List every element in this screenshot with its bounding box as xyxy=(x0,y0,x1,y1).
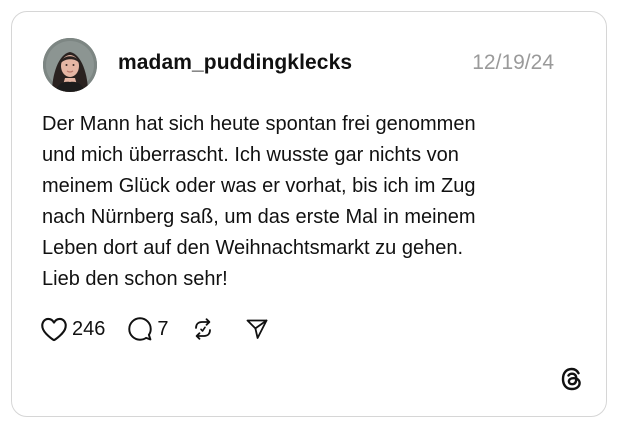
post-text-line: meinem Glück oder was er vorhat, bis ich… xyxy=(42,175,476,197)
action-bar: 246 7 xyxy=(40,315,269,343)
threads-logo-icon[interactable] xyxy=(559,366,585,392)
avatar[interactable] xyxy=(43,38,97,92)
threads-logo-glyph xyxy=(561,367,581,391)
post-text-line: Der Mann hat sich heute spontan frei gen… xyxy=(42,113,476,135)
post-date: 12/19/24 xyxy=(472,51,554,74)
like-button[interactable]: 246 xyxy=(40,316,105,342)
repost-icon xyxy=(194,318,211,340)
post-text: Der Mann hat sich heute spontan frei gen… xyxy=(42,109,582,295)
like-count: 246 xyxy=(72,317,106,340)
username[interactable]: madam_puddingklecks xyxy=(118,51,352,75)
post-text-line: und mich überrascht. Ich wusste gar nich… xyxy=(42,144,459,166)
repost-button[interactable] xyxy=(191,317,215,341)
post-card: madam_puddingklecks 12/19/24 Der Mann ha… xyxy=(11,11,607,417)
post-text-line: Leben dort auf den Weihnachtsmarkt zu ge… xyxy=(42,237,464,259)
avatar-image xyxy=(43,38,97,92)
send-icon xyxy=(246,319,267,339)
reply-button[interactable]: 7 xyxy=(127,316,169,342)
post-text-line: Lieb den schon sehr! xyxy=(42,268,228,290)
reply-count: 7 xyxy=(157,317,169,340)
post-text-line: nach Nürnberg saß, um das erste Mal in m… xyxy=(42,206,476,228)
share-button[interactable] xyxy=(245,317,269,341)
heart-icon xyxy=(41,317,67,342)
comment-bubble-icon xyxy=(128,317,153,341)
